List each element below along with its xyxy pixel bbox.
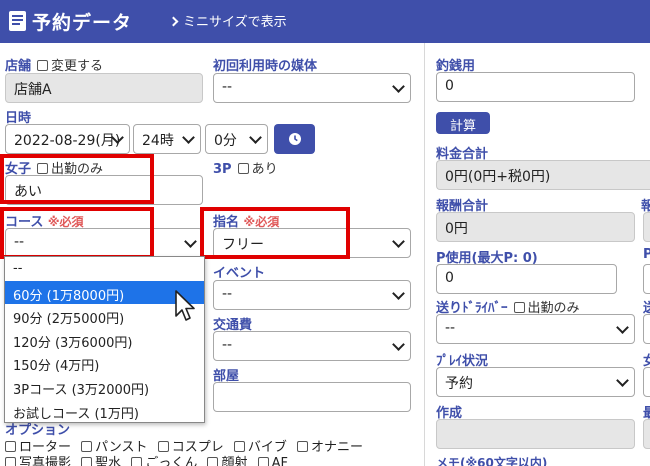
- calc-button[interactable]: 計算: [436, 112, 490, 134]
- option-checkbox[interactable]: [257, 457, 269, 466]
- course-dropdown-list: -- 60分 (1万8000円) 90分 (2万5000円) 120分 (3万6…: [4, 256, 205, 423]
- document-icon: [9, 11, 26, 31]
- media-select[interactable]: --: [213, 73, 411, 103]
- course-option[interactable]: 3Pコース (3万2000円): [5, 375, 204, 399]
- date-select[interactable]: 2022-08-29(月): [5, 124, 130, 154]
- option-checkbox[interactable]: [297, 441, 308, 452]
- driver-working-only-checkbox[interactable]: [513, 302, 525, 313]
- store-field: 店舗A: [5, 73, 203, 103]
- course-option[interactable]: --: [5, 257, 204, 281]
- clock-button[interactable]: [274, 124, 315, 154]
- minute-select[interactable]: 0分: [205, 124, 268, 154]
- points-input[interactable]: 0: [436, 264, 617, 294]
- app-header: 予約データ ミニサイズで表示: [0, 0, 650, 43]
- threep-checkbox[interactable]: [237, 163, 249, 174]
- option-checkbox[interactable]: [5, 457, 16, 466]
- mini-size-link[interactable]: ミニサイズで表示: [168, 11, 287, 30]
- mini-size-link-label: ミニサイズで表示: [183, 15, 287, 30]
- threep-label: 3P あり: [213, 162, 278, 177]
- cut-field-3[interactable]: [643, 314, 650, 344]
- media-label: 初回利用時の媒体: [213, 59, 318, 74]
- option-checkbox[interactable]: [5, 441, 16, 452]
- hour-select[interactable]: 24時: [133, 124, 201, 154]
- cut-field-4[interactable]: [643, 367, 650, 397]
- total-field: 0円(0円+税0円): [436, 160, 650, 190]
- option-checkbox[interactable]: [81, 457, 93, 466]
- highlight-course: [0, 207, 154, 259]
- options-row-2: 写真撮影 聖水 ごっくん 顔射 AF: [5, 452, 288, 466]
- option-checkbox[interactable]: [233, 441, 245, 452]
- driver-select[interactable]: --: [436, 314, 635, 344]
- memo-label: メモ(※60文字以内): [436, 456, 548, 466]
- course-option[interactable]: お試しコース (1万円): [5, 399, 204, 423]
- transport-select[interactable]: --: [213, 331, 411, 361]
- store-label: 店舗 変更する: [5, 59, 104, 74]
- cut-label-2: P: [643, 247, 650, 262]
- cut-field-5: [643, 419, 650, 449]
- highlight-nomination: [200, 207, 350, 259]
- mouse-pointer-icon: [175, 290, 195, 321]
- clock-icon: [288, 133, 301, 145]
- course-option[interactable]: 120分 (3万6000円): [5, 328, 204, 352]
- option-checkbox[interactable]: [207, 457, 219, 466]
- cut-field-2[interactable]: [643, 264, 650, 294]
- chevron-right-icon: [168, 16, 179, 27]
- reward-field: 0円: [436, 212, 635, 242]
- highlight-girl: [0, 154, 154, 204]
- created-field: [436, 419, 635, 449]
- event-label: イベント: [213, 266, 266, 281]
- option-checkbox[interactable]: [81, 441, 93, 452]
- event-select[interactable]: --: [213, 280, 411, 310]
- course-option[interactable]: 150分 (4万円): [5, 351, 204, 375]
- page-title: 予約データ: [32, 12, 133, 34]
- cut-field-1: [643, 212, 650, 242]
- column-divider: [424, 43, 425, 466]
- option-checkbox[interactable]: [131, 457, 143, 466]
- play-status-select[interactable]: 予約: [436, 367, 635, 397]
- store-change-checkbox[interactable]: [37, 60, 49, 71]
- room-input[interactable]: [213, 382, 411, 412]
- option-checkbox[interactable]: [157, 441, 169, 452]
- change-input[interactable]: 0: [436, 72, 635, 102]
